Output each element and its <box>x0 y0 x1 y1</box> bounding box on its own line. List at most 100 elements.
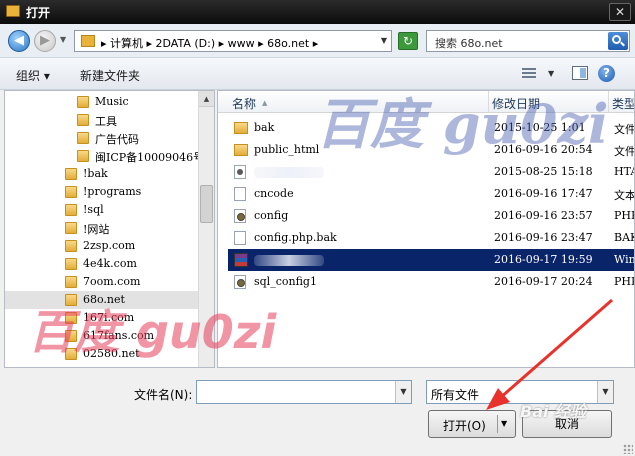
folder-icon <box>77 96 89 108</box>
tree-item-label: 02580.net <box>83 347 140 360</box>
tree-item[interactable]: 68o.net <box>5 291 199 309</box>
dialog-footer: 文件名(N): ▼ 所有文件 ▼ 打开(O) ▼ 取消 <box>0 368 635 456</box>
resize-grip[interactable] <box>623 444 633 454</box>
tree-item-label: !sql <box>83 203 104 216</box>
tree-scrollbar[interactable]: ▲ <box>198 91 214 367</box>
preview-pane-icon[interactable] <box>572 66 588 80</box>
rar-icon <box>234 253 248 267</box>
tree-item-label: 68o.net <box>83 293 125 306</box>
address-bar[interactable]: ▸ 计算机 ▸ 2DATA (D:) ▸ www ▸ 68o.net ▸ ▼ <box>74 30 392 52</box>
tree-item-label: 7oom.com <box>83 275 141 288</box>
tree-item[interactable]: 617fans.com <box>5 327 199 345</box>
close-button[interactable]: ✕ <box>609 3 631 21</box>
organize-menu[interactable]: 组织 ▾ <box>16 67 50 84</box>
file-icon <box>234 231 246 245</box>
column-name[interactable]: 名称 <box>232 95 256 112</box>
file-type-select[interactable]: 所有文件 ▼ <box>426 380 614 404</box>
file-row[interactable]: bak 2015-10-25 1:01 文件 <box>228 117 634 139</box>
tree-item-label: !网站 <box>83 223 110 236</box>
tree-item[interactable]: 工具 <box>5 111 199 129</box>
folder-icon <box>65 276 77 288</box>
tree-item[interactable]: !网站 <box>5 219 199 237</box>
filename-field[interactable]: ▼ <box>196 380 412 404</box>
address-path[interactable]: ▸ 计算机 ▸ 2DATA (D:) ▸ www ▸ 68o.net ▸ <box>101 35 318 51</box>
tree-item[interactable]: 02580.net <box>5 345 199 363</box>
file-type: Win <box>614 253 635 266</box>
chevron-down-icon[interactable]: ▼ <box>395 381 411 403</box>
tree-item[interactable]: 2zsp.com <box>5 237 199 255</box>
tree-item[interactable]: !bak <box>5 165 199 183</box>
folder-icon <box>65 240 77 252</box>
new-folder-button[interactable]: 新建文件夹 <box>80 67 140 84</box>
search-input[interactable]: 搜索 68o.net <box>426 30 630 52</box>
file-type: 文件 <box>614 145 635 158</box>
file-date: 2015-08-25 15:18 <box>494 165 593 178</box>
folder-icon <box>65 258 77 270</box>
folder-icon <box>6 5 20 17</box>
file-type: 文本 <box>614 189 635 202</box>
navigation-tree[interactable]: Music 工具广告代码闽ICP备10009046号 !bak !programs !s… <box>4 90 215 368</box>
tree-item[interactable]: !sql <box>5 201 199 219</box>
folder-icon <box>65 168 77 180</box>
file-date: 2015-10-25 1:01 <box>494 121 586 134</box>
tree-item[interactable]: !programs <box>5 183 199 201</box>
search-icon[interactable] <box>608 32 628 50</box>
history-dropdown-icon[interactable]: ▼ <box>60 35 66 44</box>
file-name <box>254 165 324 178</box>
tree-item-label: 广告代码 <box>95 133 139 146</box>
folder-icon <box>65 204 77 216</box>
filename-label: 文件名(N): <box>134 388 193 402</box>
tree-item[interactable]: 广告代码 <box>5 129 199 147</box>
file-name: cncode <box>254 187 294 200</box>
file-row[interactable]: 2016-09-17 19:59 Win <box>228 249 635 271</box>
tree-item[interactable]: 闽ICP备10009046号 <box>5 147 204 165</box>
file-row[interactable]: cncode 2016-09-16 17:47 文本 <box>228 183 635 205</box>
htaccess-icon <box>234 165 246 179</box>
folder-icon <box>234 144 248 156</box>
tree-item-label: 闽ICP备10009046号 <box>95 151 205 164</box>
window-title: 打开 <box>26 6 51 20</box>
column-date[interactable]: 修改日期 <box>492 95 540 112</box>
cancel-button[interactable]: 取消 <box>522 410 612 438</box>
tree-item[interactable]: 7oom.com <box>5 273 199 291</box>
tree-item-label: !programs <box>83 185 142 198</box>
tree-item[interactable]: 167i.com <box>5 309 199 327</box>
view-icon[interactable] <box>522 68 536 80</box>
command-bar: 组织 ▾ 新建文件夹 ▼ ? <box>0 58 635 90</box>
file-row[interactable]: 2015-08-25 15:18 HTA <box>228 161 634 183</box>
file-type-value[interactable]: 所有文件 <box>431 386 479 403</box>
chevron-down-icon[interactable]: ▼ <box>597 381 613 403</box>
folder-icon <box>234 122 248 134</box>
back-button[interactable]: ◀ <box>8 30 30 52</box>
chevron-down-icon[interactable]: ▼ <box>548 69 554 78</box>
open-button[interactable]: 打开(O) ▼ <box>428 410 516 438</box>
file-row[interactable]: config.php.bak 2016-09-16 23:47 BAK <box>228 227 634 249</box>
file-row[interactable]: public_html 2016-09-16 20:54 文件 <box>228 139 635 161</box>
folder-icon <box>77 114 89 126</box>
file-list[interactable]: 名称 ▲ 修改日期 类型 bak 2015-10-25 1:01 文件 public_… <box>217 90 635 368</box>
list-header: 名称 ▲ 修改日期 类型 <box>218 91 634 113</box>
tree-item[interactable]: 4e4k.com <box>5 255 199 273</box>
file-date: 2016-09-17 19:59 <box>494 253 593 266</box>
file-type: BAK <box>614 231 634 244</box>
file-type: HTA <box>614 165 634 178</box>
chevron-down-icon[interactable]: ▼ <box>381 36 387 45</box>
file-row[interactable]: sql_config1 2016-09-17 20:24 PHP <box>228 271 634 293</box>
file-name: sql_config1 <box>254 275 317 288</box>
tree-item[interactable]: Music <box>5 93 199 111</box>
file-name: bak <box>254 121 275 134</box>
tree-item-label: 617fans.com <box>83 329 155 342</box>
refresh-button[interactable]: ↻ <box>398 32 418 50</box>
file-row[interactable]: config 2016-09-16 23:57 PHP <box>228 205 634 227</box>
folder-icon <box>65 312 77 324</box>
scrollbar-thumb[interactable] <box>200 185 213 223</box>
folder-icon <box>65 330 77 342</box>
chevron-down-icon[interactable]: ▼ <box>501 419 507 428</box>
file-date: 2016-09-17 20:24 <box>494 275 593 288</box>
sort-ascending-icon: ▲ <box>262 99 268 107</box>
help-icon[interactable]: ? <box>598 65 615 82</box>
column-type[interactable]: 类型 <box>612 95 634 112</box>
scroll-up-icon[interactable]: ▲ <box>199 91 214 107</box>
forward-button[interactable]: ▶ <box>34 30 56 52</box>
file-name: config.php.bak <box>254 231 337 244</box>
